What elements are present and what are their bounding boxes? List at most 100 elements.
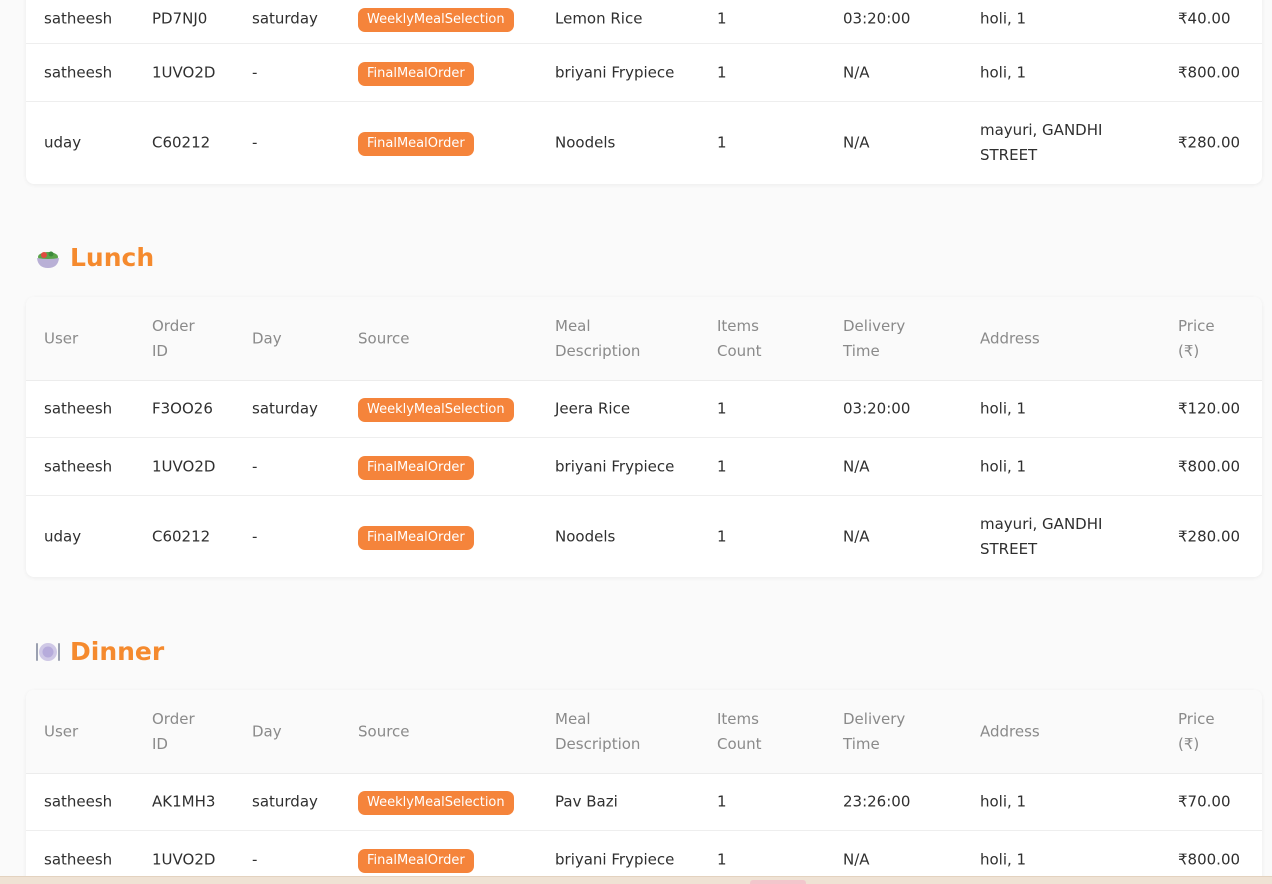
source-badge: WeeklyMealSelection xyxy=(358,398,514,422)
delivery-time-cell: N/A xyxy=(843,850,870,869)
source-badge: FinalMealOrder xyxy=(358,525,474,550)
source-cell: FinalMealOrder xyxy=(358,454,474,480)
bottom-bar-tab[interactable] xyxy=(750,880,806,884)
table-row: satheesh F3OO26 saturday WeeklyMealSelec… xyxy=(26,381,1262,438)
order-id-cell: 1UVO2D xyxy=(152,457,216,475)
price-cell: ₹70.00 xyxy=(1178,792,1231,811)
source-cell: WeeklyMealSelection xyxy=(358,789,514,815)
user-cell: uday xyxy=(44,527,82,545)
items-count-cell: 1 xyxy=(717,527,727,545)
price-cell: ₹280.00 xyxy=(1178,527,1241,545)
breakfast-orders-table: satheesh PD7NJ0 saturday WeeklyMealSelec… xyxy=(26,0,1262,184)
plate-with-cutlery-icon xyxy=(34,638,62,666)
source-cell: WeeklyMealSelection xyxy=(358,396,514,422)
column-header-price: Price (₹) xyxy=(1178,709,1215,753)
delivery-time-cell: 23:26:00 xyxy=(843,792,911,811)
meal-description-cell: Pav Bazi xyxy=(555,792,618,811)
items-count-cell: 1 xyxy=(717,133,727,152)
items-count-cell: 1 xyxy=(717,850,727,869)
salad-bowl-icon xyxy=(34,244,62,272)
order-id-cell: PD7NJ0 xyxy=(152,9,208,28)
items-count-cell: 1 xyxy=(717,457,727,475)
order-id-cell: 1UVO2D xyxy=(152,850,216,869)
delivery-time-cell: 03:20:00 xyxy=(843,9,911,28)
column-header-address: Address xyxy=(980,722,1040,740)
column-header-day: Day xyxy=(252,329,282,347)
meal-description-cell: Noodels xyxy=(555,133,616,152)
meal-description-cell: briyani Frypiece xyxy=(555,63,675,81)
address-cell: holi, 1 xyxy=(980,63,1027,81)
user-cell: satheesh xyxy=(44,850,113,869)
dinner-orders-table: User Order ID Day Source Meal Descriptio… xyxy=(26,690,1262,884)
user-cell: satheesh xyxy=(44,457,113,475)
items-count-cell: 1 xyxy=(717,792,727,811)
table-row: satheesh 1UVO2D - FinalMealOrder briyani… xyxy=(26,438,1262,496)
table-row: satheesh PD7NJ0 saturday WeeklyMealSelec… xyxy=(26,0,1262,44)
address-cell: holi, 1 xyxy=(980,850,1027,869)
source-badge: FinalMealOrder xyxy=(358,455,474,480)
day-cell: - xyxy=(252,457,258,475)
dinner-heading: Dinner xyxy=(34,637,164,666)
address-cell: mayuri, GANDHI STREET xyxy=(980,514,1103,558)
day-cell: saturday xyxy=(252,9,318,28)
column-header-meal-description: Meal Description xyxy=(555,709,641,753)
items-count-cell: 1 xyxy=(717,399,727,418)
address-cell: mayuri, GANDHI STREET xyxy=(980,121,1103,164)
user-cell: satheesh xyxy=(44,9,113,28)
meal-description-cell: briyani Frypiece xyxy=(555,457,675,475)
day-cell: - xyxy=(252,850,258,869)
day-cell: - xyxy=(252,63,258,81)
source-cell: FinalMealOrder xyxy=(358,130,474,156)
items-count-cell: 1 xyxy=(717,63,727,81)
column-header-meal-description: Meal Description xyxy=(555,316,641,360)
dinner-title: Dinner xyxy=(70,637,165,666)
items-count-cell: 1 xyxy=(717,9,727,28)
address-cell: holi, 1 xyxy=(980,792,1027,811)
bottom-bar xyxy=(0,876,1272,884)
column-header-source: Source xyxy=(358,329,410,347)
user-cell: satheesh xyxy=(44,399,113,418)
table-row: uday C60212 - FinalMealOrder Noodels 1 N… xyxy=(26,102,1262,184)
source-badge: FinalMealOrder xyxy=(358,61,474,86)
source-cell: WeeklyMealSelection xyxy=(358,6,514,33)
lunch-heading: Lunch xyxy=(34,243,154,272)
column-header-order-id: Order ID xyxy=(152,316,195,360)
price-cell: ₹800.00 xyxy=(1178,63,1241,81)
source-cell: FinalMealOrder xyxy=(358,524,474,550)
source-badge: FinalMealOrder xyxy=(358,132,474,156)
order-id-cell: AK1MH3 xyxy=(152,792,216,811)
table-row: satheesh 1UVO2D - FinalMealOrder briyani… xyxy=(26,44,1262,102)
source-badge: WeeklyMealSelection xyxy=(358,8,514,33)
table-row: satheesh AK1MH3 saturday WeeklyMealSelec… xyxy=(26,774,1262,831)
delivery-time-cell: N/A xyxy=(843,457,870,475)
user-cell: satheesh xyxy=(44,63,113,81)
delivery-time-cell: 03:20:00 xyxy=(843,399,911,418)
column-header-items-count: Items Count xyxy=(717,709,762,753)
delivery-time-cell: N/A xyxy=(843,527,870,545)
day-cell: - xyxy=(252,527,258,545)
price-cell: ₹120.00 xyxy=(1178,399,1241,418)
column-header-delivery-time: Delivery Time xyxy=(843,709,906,753)
page: satheesh PD7NJ0 saturday WeeklyMealSelec… xyxy=(0,0,1272,884)
meal-description-cell: briyani Frypiece xyxy=(555,850,675,869)
address-cell: holi, 1 xyxy=(980,9,1027,28)
column-header-delivery-time: Delivery Time xyxy=(843,316,906,360)
source-badge: WeeklyMealSelection xyxy=(358,791,514,815)
table-header: User Order ID Day Source Meal Descriptio… xyxy=(26,297,1262,381)
source-cell: FinalMealOrder xyxy=(358,847,474,873)
column-header-source: Source xyxy=(358,722,410,740)
price-cell: ₹800.00 xyxy=(1178,850,1241,869)
address-cell: holi, 1 xyxy=(980,399,1027,418)
column-header-user: User xyxy=(44,329,79,347)
order-id-cell: 1UVO2D xyxy=(152,63,216,81)
lunch-orders-table: User Order ID Day Source Meal Descriptio… xyxy=(26,297,1262,577)
table-header: User Order ID Day Source Meal Descriptio… xyxy=(26,690,1262,774)
address-cell: holi, 1 xyxy=(980,457,1027,475)
column-header-user: User xyxy=(44,722,79,740)
lunch-title: Lunch xyxy=(70,243,155,272)
day-cell: saturday xyxy=(252,399,318,418)
column-header-order-id: Order ID xyxy=(152,709,195,753)
source-badge: FinalMealOrder xyxy=(358,849,474,873)
column-header-day: Day xyxy=(252,722,282,740)
column-header-address: Address xyxy=(980,329,1040,347)
